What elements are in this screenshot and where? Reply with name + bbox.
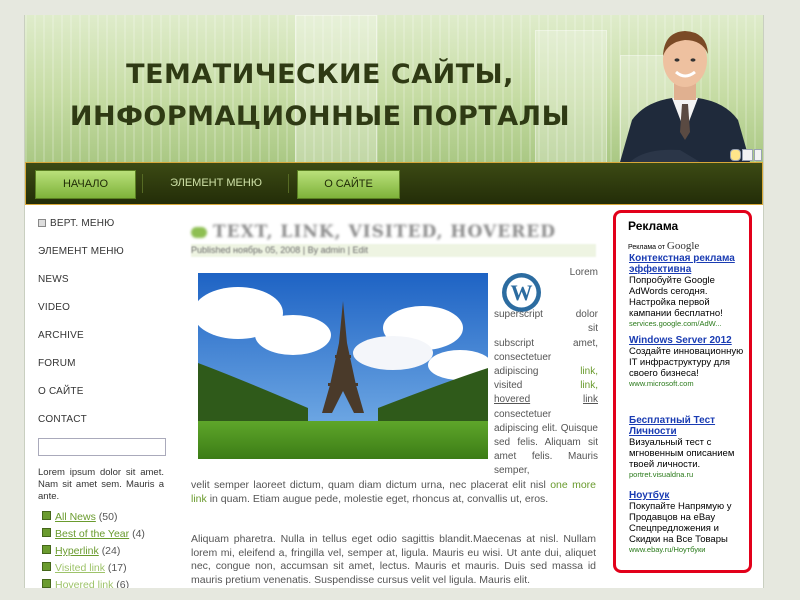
header-toolbar	[729, 148, 762, 162]
superscript-text: superscript	[494, 309, 543, 321]
ad-block: Windows Server 2012 Создайте инновационн…	[629, 335, 747, 389]
ad-url[interactable]: services.google.com/AdW...	[629, 319, 747, 329]
page-icon[interactable]	[742, 149, 753, 161]
green-bullet-icon	[42, 545, 51, 554]
rcol-word: visited	[494, 380, 523, 392]
sidebar-item-video[interactable]: VIDEO	[38, 294, 168, 322]
businessman-photo	[620, 31, 750, 162]
post-title-bullet-icon	[191, 227, 207, 238]
category-list: All News (50) Best of the Year (4) Hyper…	[42, 509, 145, 594]
ad-block: Бесплатный Тест Личности Визуальный тест…	[629, 415, 747, 480]
category-item: Hyperlink (24)	[42, 543, 145, 560]
nav-item-home[interactable]: НАЧАЛО	[35, 170, 136, 199]
category-link[interactable]: Hyperlink	[55, 545, 99, 557]
rcol-line1: superscript dolor	[494, 308, 598, 322]
dropdown-icon[interactable]	[754, 149, 762, 161]
post-body-paragraph-1: velit semper laoreet dictum, quam diam d…	[191, 479, 596, 506]
ads-by-google[interactable]: Реклама от Google	[628, 240, 699, 252]
nav-separator	[288, 174, 289, 193]
rcol-word: consectetuer	[494, 351, 552, 363]
post-body-text: velit semper laoreet dictum, quam diam d…	[191, 479, 546, 491]
inline-link[interactable]: link,	[580, 365, 598, 379]
category-count: (17)	[107, 562, 127, 574]
ad-text: Создайте инновационную IT инфраструктуру…	[629, 346, 744, 379]
page-bottom-strip	[0, 588, 800, 600]
ad-url[interactable]: portret.visualdna.ru	[629, 470, 747, 480]
sidebar-item-news[interactable]: NEWS	[38, 266, 168, 294]
green-bullet-icon	[42, 562, 51, 571]
sidebar-text: Lorem ipsum dolor sit amet. Nam sit amet…	[38, 467, 164, 502]
post-right-column: Lorem superscript dolor sit subscript ame…	[494, 266, 598, 479]
sidebar-item-label: ВЕРТ. МЕНЮ	[50, 218, 115, 229]
green-bullet-icon	[42, 528, 51, 537]
green-bullet-icon	[42, 511, 51, 520]
post-title-text: TEXT, LINK, VISITED, HOVERED	[213, 222, 556, 242]
ad-text: Визуальный тест с мгновенным описанием т…	[629, 437, 735, 470]
post-body-paragraph-2: Aliquam pharetra. Nulla in tellus eget o…	[191, 533, 596, 586]
site-title-line1: ТЕМАТИЧЕСКИЕ САЙТЫ,	[126, 59, 514, 90]
category-count: (24)	[101, 545, 121, 557]
ad-block: Контекстная реклама эффективна Попробуйт…	[629, 253, 747, 329]
sidebar-item-forum[interactable]: FORUM	[38, 350, 168, 378]
main-nav: НАЧАЛО ЭЛЕМЕНТ МЕНЮ О САЙТЕ	[25, 162, 763, 205]
category-item: Best of the Year (4)	[42, 526, 145, 543]
search-input[interactable]	[38, 438, 166, 456]
sidebar-item-vert-menu[interactable]: ВЕРТ. МЕНЮ	[38, 210, 168, 238]
rcol-line7: hovered link	[494, 393, 598, 407]
rcol-word: adipiscing	[494, 366, 539, 378]
ad-heading-link[interactable]: Контекстная реклама эффективна	[629, 253, 747, 275]
subscript-text: subscript	[494, 337, 535, 349]
category-item: Visited link (17)	[42, 560, 145, 577]
green-bullet-icon	[42, 579, 51, 588]
category-count: (4)	[132, 528, 145, 540]
nav-item-menu[interactable]: ЭЛЕМЕНТ МЕНЮ	[154, 170, 278, 197]
rcol-word: sit	[588, 323, 598, 335]
rcol-tail: consectetuer adipiscing elit. Quisque se…	[494, 408, 598, 477]
ad-heading-link[interactable]: Windows Server 2012	[629, 335, 747, 346]
post-body-text: in quam. Etiam augue pede, molestie eget…	[209, 492, 549, 505]
bulb-icon[interactable]	[730, 149, 741, 161]
ad-block: Ноутбук Покупайте Напрямую у Продавцов н…	[629, 490, 747, 555]
ads-by-prefix: Реклама от	[628, 244, 665, 251]
ad-url[interactable]: www.ebay.ru/Ноутбуки	[629, 545, 747, 555]
rcol-word: dolor	[575, 309, 598, 321]
category-count: (50)	[98, 511, 118, 523]
rcol-line3: subscript amet,	[494, 337, 598, 351]
rcol-word: amet,	[572, 337, 598, 349]
ad-text: Покупайте Напрямую у Продавцов на eBay С…	[629, 501, 732, 545]
ad-panel: Реклама Реклама от Google Контекстная ре…	[613, 210, 752, 573]
category-link[interactable]: All News	[55, 511, 96, 523]
category-link[interactable]: Visited link	[55, 562, 105, 574]
category-item: All News (50)	[42, 509, 145, 526]
sidebar-item-about[interactable]: О САЙТЕ	[38, 378, 168, 406]
site-header: ТЕМАТИЧЕСКИЕ САЙТЫ, ИНФОРМАЦИОННЫЕ ПОРТА…	[25, 15, 763, 162]
post-meta: Published ноябрь 05, 2008 | By admin | E…	[191, 244, 596, 257]
hovered-link[interactable]: hovered	[494, 394, 530, 405]
hovered-link[interactable]: link	[583, 393, 598, 407]
visited-link[interactable]: link,	[580, 379, 598, 393]
ad-heading-link[interactable]: Ноутбук	[629, 490, 747, 501]
square-bullet-icon	[38, 219, 46, 228]
google-logo: Google	[666, 240, 700, 252]
rcol-line5: adipiscing link,	[494, 365, 598, 379]
header-building	[535, 30, 607, 162]
ad-heading-link[interactable]: Бесплатный Тест Личности	[629, 415, 747, 437]
sidebar-item-archive[interactable]: ARCHIVE	[38, 322, 168, 350]
category-link[interactable]: Best of the Year	[55, 528, 129, 540]
eiffel-tower-photo	[198, 273, 488, 459]
sidebar-item-menu-element[interactable]: ЭЛЕМЕНТ МЕНЮ	[38, 238, 168, 266]
ad-title: Реклама	[628, 219, 679, 233]
sidebar-item-contact[interactable]: CONTACT	[38, 406, 168, 434]
nav-separator	[142, 174, 143, 193]
left-sidebar: ВЕРТ. МЕНЮ ЭЛЕМЕНТ МЕНЮ NEWS VIDEO ARCHI…	[38, 210, 168, 434]
site-title-line2: ИНФОРМАЦИОННЫЕ ПОРТАЛЫ	[69, 101, 571, 132]
ad-text: Попробуйте Google AdWords сегодня. Настр…	[629, 275, 723, 319]
nav-item-about[interactable]: О САЙТЕ	[297, 170, 400, 199]
post-title[interactable]: TEXT, LINK, VISITED, HOVERED	[191, 222, 556, 242]
rcol-line6: visited link,	[494, 379, 598, 393]
page: ТЕМАТИЧЕСКИЕ САЙТЫ, ИНФОРМАЦИОННЫЕ ПОРТА…	[24, 15, 764, 600]
rcol-lorem: Lorem	[569, 267, 598, 278]
ad-url[interactable]: www.microsoft.com	[629, 379, 747, 389]
